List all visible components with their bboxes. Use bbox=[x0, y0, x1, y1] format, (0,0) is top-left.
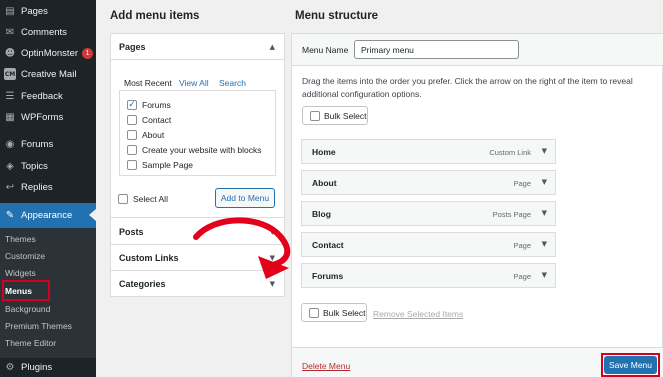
drag-annotation-arrow bbox=[193, 217, 291, 279]
